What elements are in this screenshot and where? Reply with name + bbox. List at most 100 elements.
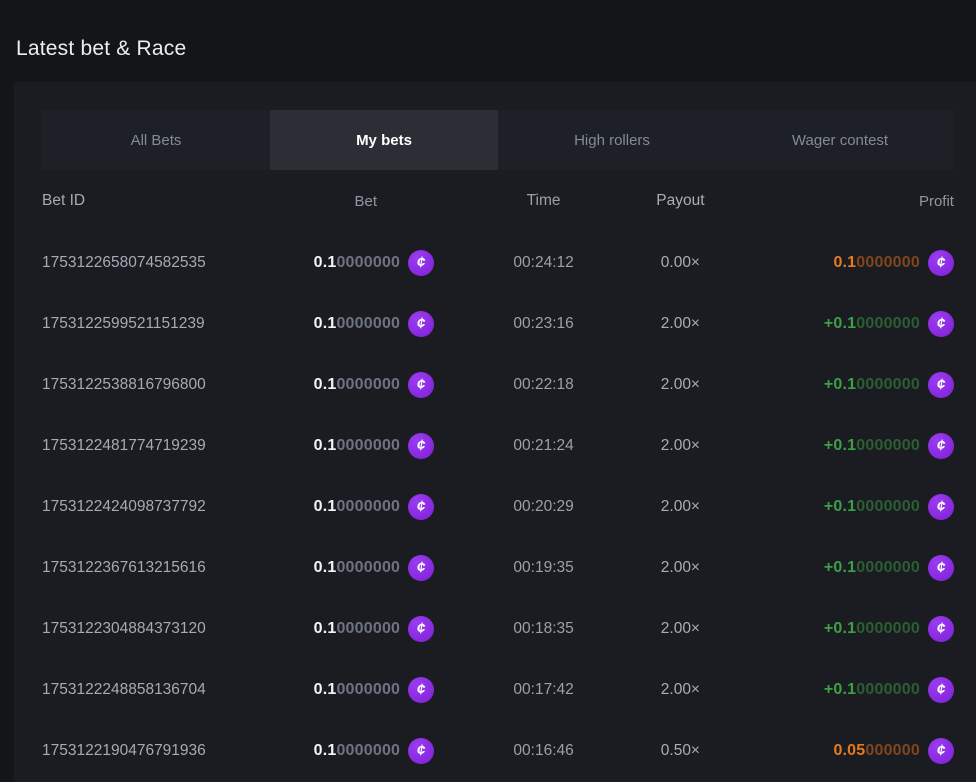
tab-wager-contest[interactable]: Wager contest [726,110,954,170]
bet-id: 1753122304884373120 [42,620,297,638]
column-header-profit: Profit [708,193,954,210]
table-row[interactable]: 1753122304884373120 0.10000000 ¢ 00:18:3… [42,598,954,659]
profit-amount-zeros: 0000000 [856,315,920,333]
table-row[interactable]: 1753122248858136704 0.10000000 ¢ 00:17:4… [42,659,954,720]
bet-amount-zeros: 0000000 [336,620,400,638]
bet-amount-main: 0.1 [314,376,337,394]
bet-amount-main: 0.1 [314,254,337,272]
column-header-payout: Payout [653,192,708,210]
bet-amount-main: 0.1 [314,681,337,699]
bet-profit: +0.10000000 ¢ [708,494,954,520]
bet-amount-zeros: 0000000 [336,742,400,760]
profit-amount-main: +0.1 [824,376,856,394]
bet-payout: 0.00× [653,254,708,272]
bet-amount: 0.10000000 ¢ [297,616,434,642]
bet-id: 1753122248858136704 [42,681,297,699]
bet-amount-main: 0.1 [314,742,337,760]
coin-icon: ¢ [408,677,434,703]
table-row[interactable]: 1753122190476791936 0.10000000 ¢ 00:16:4… [42,720,954,781]
profit-amount-main: 0.05 [833,742,865,760]
latest-bets-panel: All Bets My bets High rollers Wager cont… [14,82,976,782]
profit-amount-zeros: 0000000 [856,620,920,638]
coin-icon: ¢ [928,738,954,764]
profit-amount-zeros: 0000000 [856,681,920,699]
bet-time: 00:19:35 [434,559,653,577]
coin-icon: ¢ [408,738,434,764]
table-row[interactable]: 1753122538816796800 0.10000000 ¢ 00:22:1… [42,354,954,415]
bet-amount-zeros: 0000000 [336,498,400,516]
profit-amount-main: +0.1 [824,620,856,638]
tab-my-bets[interactable]: My bets [270,110,498,170]
bet-payout: 2.00× [653,681,708,699]
bet-amount-zeros: 0000000 [336,681,400,699]
bets-table-body: 1753122658074582535 0.10000000 ¢ 00:24:1… [42,232,954,781]
bet-amount-main: 0.1 [314,498,337,516]
bet-amount-main: 0.1 [314,559,337,577]
currency-glyph: ¢ [936,316,947,331]
bet-profit: +0.10000000 ¢ [708,433,954,459]
profit-amount-main: 0.1 [833,254,856,272]
bet-amount: 0.10000000 ¢ [297,372,434,398]
currency-glyph: ¢ [936,499,947,514]
profit-amount-zeros: 000000 [865,742,920,760]
currency-glyph: ¢ [416,499,427,514]
currency-glyph: ¢ [416,682,427,697]
bet-id: 1753122190476791936 [42,742,297,760]
bet-time: 00:23:16 [434,315,653,333]
bet-profit: 0.10000000 ¢ [708,250,954,276]
column-header-bet-id: Bet ID [42,192,297,210]
bet-amount-main: 0.1 [314,437,337,455]
tab-high-rollers[interactable]: High rollers [498,110,726,170]
profit-amount-zeros: 0000000 [856,559,920,577]
table-row[interactable]: 1753122658074582535 0.10000000 ¢ 00:24:1… [42,232,954,293]
currency-glyph: ¢ [936,743,947,758]
coin-icon: ¢ [408,555,434,581]
profit-amount-main: +0.1 [824,437,856,455]
profit-amount-main: +0.1 [824,315,856,333]
coin-icon: ¢ [928,494,954,520]
table-row[interactable]: 1753122481774719239 0.10000000 ¢ 00:21:2… [42,415,954,476]
profit-amount-zeros: 0000000 [856,498,920,516]
bet-amount-zeros: 0000000 [336,376,400,394]
table-row[interactable]: 1753122367613215616 0.10000000 ¢ 00:19:3… [42,537,954,598]
bet-amount-zeros: 0000000 [336,254,400,272]
bet-profit: +0.10000000 ¢ [708,555,954,581]
bet-payout: 2.00× [653,498,708,516]
bet-profit: 0.05000000 ¢ [708,738,954,764]
table-header-row: Bet ID Bet Time Payout Profit [42,170,954,232]
bet-time: 00:17:42 [434,681,653,699]
bet-amount: 0.10000000 ¢ [297,738,434,764]
currency-glyph: ¢ [416,377,427,392]
bet-amount: 0.10000000 ¢ [297,677,434,703]
bet-payout: 2.00× [653,315,708,333]
bet-amount: 0.10000000 ¢ [297,250,434,276]
coin-icon: ¢ [928,311,954,337]
bet-profit: +0.10000000 ¢ [708,616,954,642]
bet-time: 00:22:18 [434,376,653,394]
bet-time: 00:20:29 [434,498,653,516]
currency-glyph: ¢ [416,316,427,331]
currency-glyph: ¢ [416,621,427,636]
bet-amount-zeros: 0000000 [336,437,400,455]
bet-amount: 0.10000000 ¢ [297,555,434,581]
coin-icon: ¢ [928,616,954,642]
bet-amount-zeros: 0000000 [336,559,400,577]
bet-id: 1753122538816796800 [42,376,297,394]
profit-amount-zeros: 0000000 [856,254,920,272]
profit-amount-zeros: 0000000 [856,437,920,455]
tab-all-bets[interactable]: All Bets [42,110,270,170]
profit-amount-main: +0.1 [824,498,856,516]
coin-icon: ¢ [928,555,954,581]
bet-payout: 2.00× [653,559,708,577]
bet-id: 1753122481774719239 [42,437,297,455]
bet-payout: 2.00× [653,620,708,638]
bet-amount: 0.10000000 ¢ [297,311,434,337]
bet-id: 1753122658074582535 [42,254,297,272]
bet-payout: 2.00× [653,437,708,455]
table-row[interactable]: 1753122599521151239 0.10000000 ¢ 00:23:1… [42,293,954,354]
currency-glyph: ¢ [936,438,947,453]
bet-amount-zeros: 0000000 [336,315,400,333]
table-row[interactable]: 1753122424098737792 0.10000000 ¢ 00:20:2… [42,476,954,537]
bet-amount-main: 0.1 [314,315,337,333]
coin-icon: ¢ [408,311,434,337]
